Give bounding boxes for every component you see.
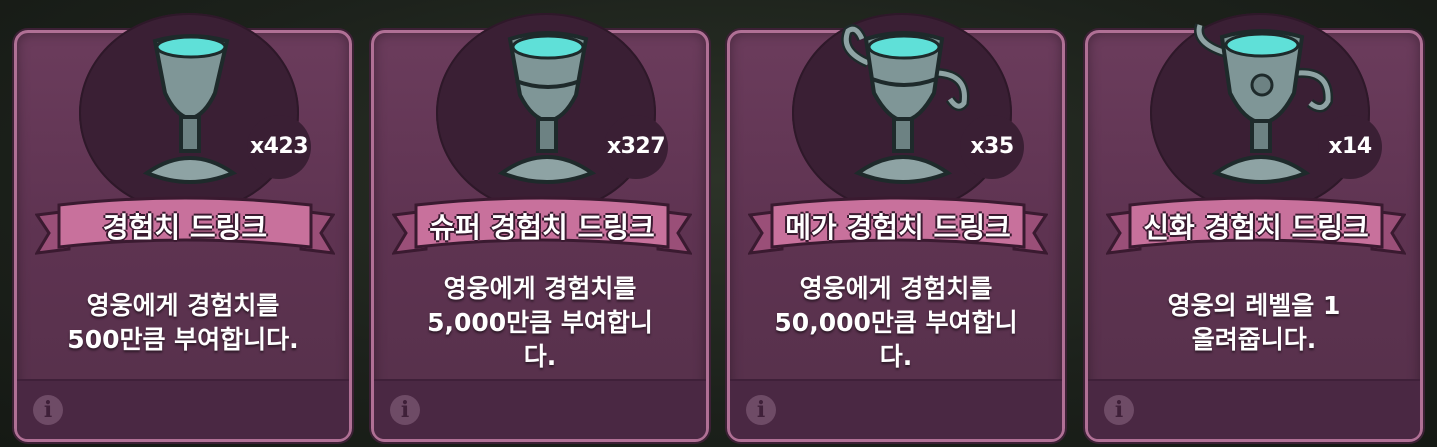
item-name-ribbon: 메가 경험치 드링크 bbox=[748, 193, 1048, 261]
info-icon[interactable]: i bbox=[746, 395, 776, 425]
item-count-badge: x35 bbox=[960, 115, 1024, 179]
item-name: 메가 경험치 드링크 bbox=[785, 211, 1011, 244]
item-description: 영웅의 레벨을 1 올려줍니다. bbox=[1167, 291, 1341, 354]
item-name-ribbon: 슈퍼 경험치 드링크 bbox=[392, 193, 692, 261]
item-card-row: x423 경험치 드링크 영웅에게 경험치를 500만큼 부여합니다. i x3 bbox=[0, 0, 1437, 447]
item-medal bbox=[1150, 13, 1370, 213]
item-name-ribbon: 경험치 드링크 bbox=[35, 193, 335, 261]
info-icon[interactable]: i bbox=[33, 395, 63, 425]
item-name: 슈퍼 경험치 드링크 bbox=[429, 211, 655, 244]
super-exp-drink-goblet-icon bbox=[497, 31, 597, 184]
item-name-ribbon: 신화 경험치 드링크 bbox=[1106, 193, 1406, 261]
item-medal bbox=[792, 13, 1012, 213]
card-footer: i bbox=[1088, 379, 1420, 439]
item-count-badge: x14 bbox=[1318, 115, 1382, 179]
card-footer: i bbox=[17, 379, 349, 439]
mega-exp-drink-trophy-icon bbox=[841, 24, 970, 184]
info-icon[interactable]: i bbox=[390, 395, 420, 425]
info-icon[interactable]: i bbox=[1104, 395, 1134, 425]
item-count-badge: x327 bbox=[604, 115, 668, 179]
item-description: 영웅에게 경험치를 50,000만큼 부여합니 다. bbox=[774, 274, 1018, 371]
myth-exp-drink-trophy-icon bbox=[1194, 23, 1334, 184]
item-description: 영웅에게 경험치를 500만큼 부여합니다. bbox=[67, 291, 299, 354]
item-name: 경험치 드링크 bbox=[102, 211, 268, 244]
item-name: 신화 경험치 드링크 bbox=[1143, 211, 1369, 244]
item-medal bbox=[436, 13, 656, 213]
card-footer: i bbox=[374, 379, 706, 439]
item-card-myth-exp-drink[interactable]: x14 신화 경험치 드링크 영웅의 레벨을 1 올려줍니다. i bbox=[1085, 13, 1423, 442]
item-description: 영웅에게 경험치를 5,000만큼 부여합니 다. bbox=[427, 274, 653, 371]
item-card-exp-drink[interactable]: x423 경험치 드링크 영웅에게 경험치를 500만큼 부여합니다. i bbox=[14, 13, 352, 442]
exp-drink-goblet-icon bbox=[142, 34, 238, 184]
item-card-mega-exp-drink[interactable]: x35 메가 경험치 드링크 영웅에게 경험치를 50,000만큼 부여합니 다… bbox=[727, 13, 1065, 442]
item-medal bbox=[79, 13, 299, 213]
card-footer: i bbox=[730, 379, 1062, 439]
item-count-badge: x423 bbox=[247, 115, 311, 179]
item-card-super-exp-drink[interactable]: x327 슈퍼 경험치 드링크 영웅에게 경험치를 5,000만큼 부여합니 다… bbox=[371, 13, 709, 442]
